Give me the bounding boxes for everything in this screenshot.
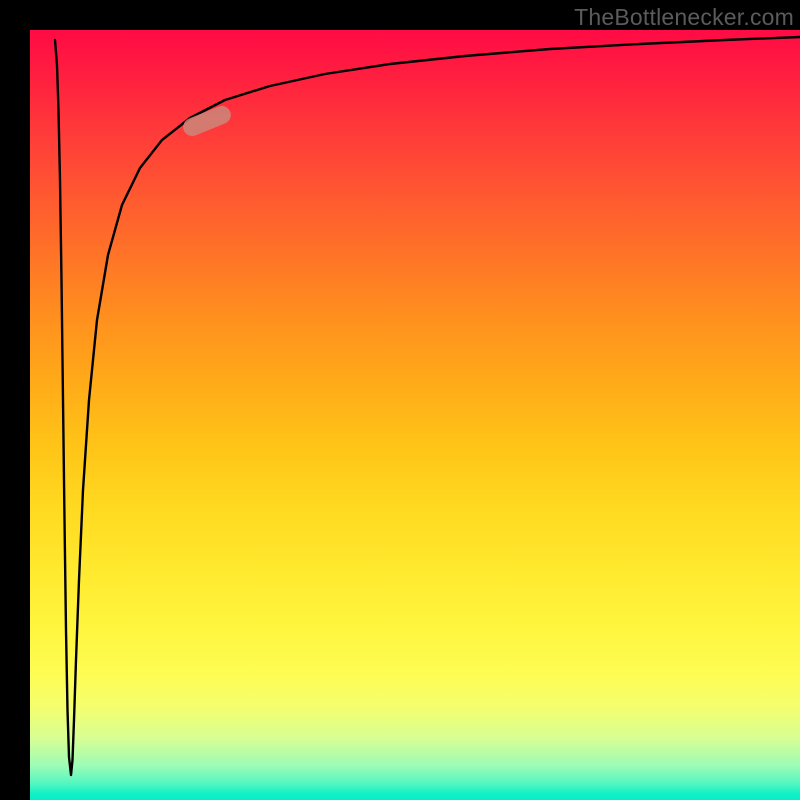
plot-area [30,30,800,800]
watermark-text: TheBottlenecker.com [574,4,794,31]
chart-frame: TheBottlenecker.com [0,0,800,800]
